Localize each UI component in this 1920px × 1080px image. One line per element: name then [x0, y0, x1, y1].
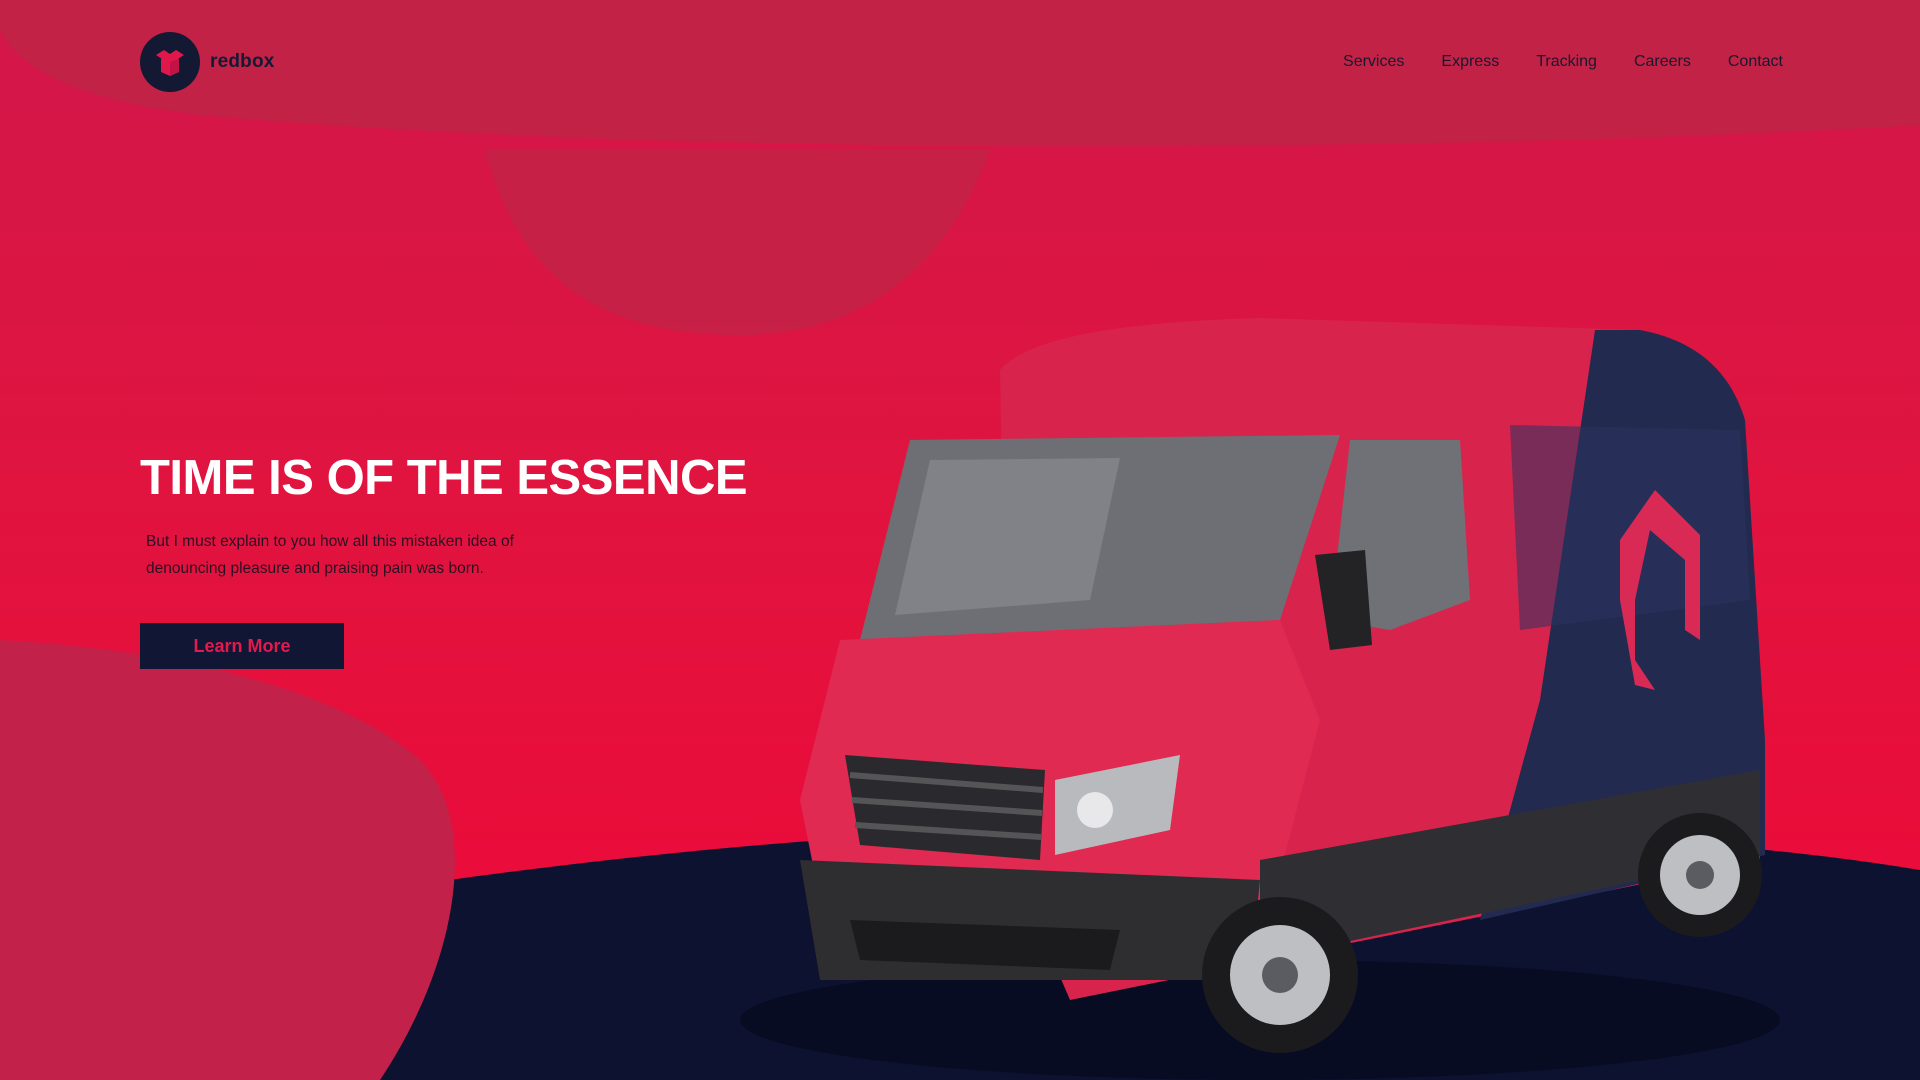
brand-logo[interactable]: redbox [140, 32, 275, 92]
main-nav: Services Express Tracking Careers Contac… [1343, 50, 1783, 74]
box-icon [156, 50, 184, 76]
site-header: redbox Services Express Tracking Careers… [0, 0, 1920, 125]
learn-more-button[interactable]: Learn More [140, 623, 344, 669]
nav-item-contact[interactable]: Contact [1728, 50, 1783, 74]
nav-item-services[interactable]: Services [1343, 50, 1404, 74]
delivery-van-image [740, 318, 1780, 1080]
nav-item-tracking[interactable]: Tracking [1536, 50, 1597, 74]
left-blob [0, 640, 455, 1080]
brand-name: redbox [210, 51, 275, 72]
nav-item-express[interactable]: Express [1441, 50, 1499, 74]
hero-description: But I must explain to you how all this m… [146, 533, 514, 577]
nav-item-careers[interactable]: Careers [1634, 50, 1691, 74]
hero-title: TIME IS OF THE ESSENCE [140, 451, 748, 505]
logo-badge [140, 32, 200, 92]
